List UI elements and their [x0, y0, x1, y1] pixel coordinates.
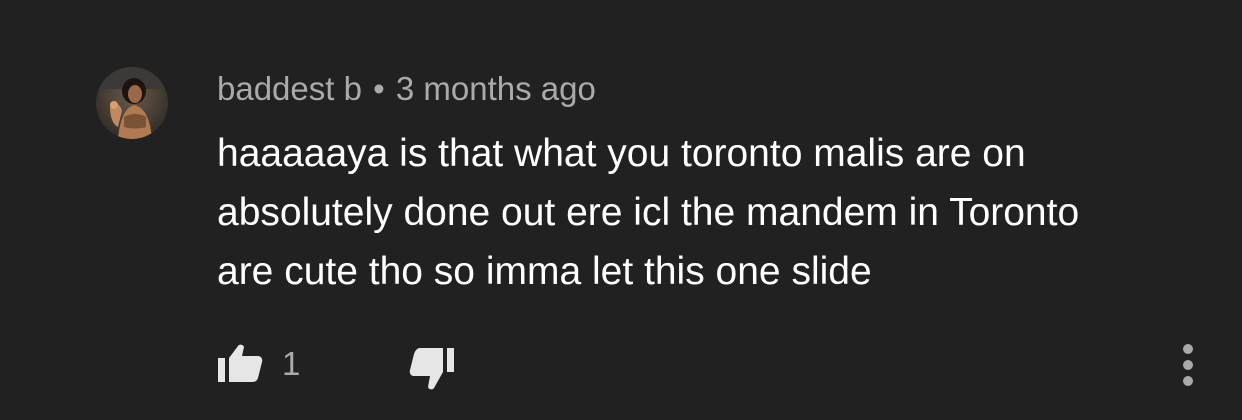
- comment-text-line: are cute tho so imma let this one slide: [217, 250, 872, 293]
- comment-text-line: absolutely done out ere icl the mandem i…: [217, 191, 1080, 234]
- thumbs-up-icon: [218, 344, 263, 382]
- more-options-button[interactable]: [1172, 340, 1204, 390]
- comment-item: baddest b • 3 months ago haaaaaya is tha…: [0, 0, 1242, 420]
- separator-dot: •: [373, 70, 385, 107]
- dislike-button[interactable]: [408, 346, 456, 392]
- avatar[interactable]: [96, 67, 168, 139]
- thumbs-down-icon: [409, 348, 454, 390]
- like-button[interactable]: [216, 342, 264, 384]
- vertical-ellipsis-icon: [1183, 344, 1193, 386]
- avatar-image: [96, 67, 168, 139]
- timestamp: 3 months ago: [395, 70, 596, 107]
- comment-text: haaaaaya is that what you toronto malis …: [217, 124, 1177, 301]
- comment-header: baddest b • 3 months ago: [217, 69, 596, 109]
- author-name[interactable]: baddest b: [217, 70, 362, 107]
- like-count: 1: [282, 345, 301, 382]
- comment-text-line: haaaaaya is that what you toronto malis …: [217, 132, 1026, 175]
